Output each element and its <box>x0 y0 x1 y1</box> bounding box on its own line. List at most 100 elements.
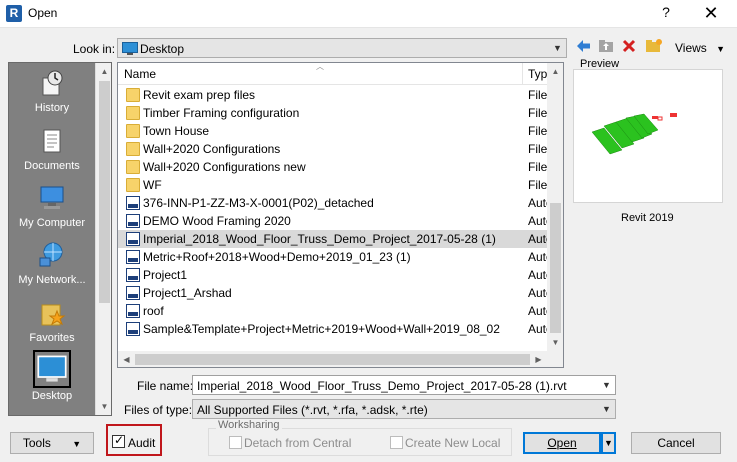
file-name: Project1_Arshad <box>143 286 232 300</box>
folder-icon <box>126 142 140 156</box>
folder-row[interactable]: WF File f <box>118 176 547 194</box>
up-folder-icon[interactable] <box>597 38 615 56</box>
file-row[interactable]: Imperial_2018_Wood_Floor_Truss_Demo_Proj… <box>118 230 547 248</box>
file-name: WF <box>143 178 162 192</box>
file-type: Auto <box>528 250 547 264</box>
file-type: File f <box>528 178 547 192</box>
file-name: Revit exam prep files <box>143 88 256 102</box>
rvt-file-icon <box>126 196 140 210</box>
look-in-value: Desktop <box>140 42 185 56</box>
file-name-label: File name: <box>137 379 194 393</box>
close-button[interactable]: ✕ <box>697 3 725 25</box>
preview-pane <box>573 69 723 203</box>
file-name: Timber Framing configuration <box>143 106 300 120</box>
new-folder-icon[interactable] <box>645 38 663 56</box>
place-documents[interactable]: Documents <box>9 123 95 181</box>
desktop-icon <box>33 350 71 388</box>
file-row[interactable]: Project1 Auto <box>118 266 547 284</box>
file-name: Project1 <box>143 268 188 282</box>
file-name-input[interactable]: Imperial_2018_Wood_Floor_Truss_Demo_Proj… <box>192 375 616 395</box>
open-button[interactable]: Open <box>523 432 601 454</box>
places-scroll-thumb[interactable] <box>99 81 110 303</box>
place-favorites[interactable]: Favorites <box>9 295 95 353</box>
rvt-file-icon <box>126 232 140 246</box>
file-type: Auto <box>528 268 547 282</box>
folder-row[interactable]: Timber Framing configuration File f <box>118 104 547 122</box>
network-icon <box>39 242 63 267</box>
cancel-button[interactable]: Cancel <box>631 432 721 454</box>
file-row[interactable]: 376-INN-P1-ZZ-M3-X-0001(P02)_detached Aut… <box>118 194 547 212</box>
desktop-icon <box>122 42 138 55</box>
file-row[interactable]: DEMO Wood Framing 2020 Auto <box>118 212 547 230</box>
scroll-up-arrow-icon[interactable]: ▲ <box>547 63 563 80</box>
computer-icon <box>40 186 64 209</box>
tools-button[interactable]: Tools ▼ <box>10 432 94 454</box>
sort-up-icon: ︿ <box>316 62 324 71</box>
file-list-scroll-thumb[interactable] <box>550 203 561 333</box>
preview-version: Revit 2019 <box>621 212 674 224</box>
delete-icon[interactable] <box>620 38 638 56</box>
scroll-right-arrow-icon[interactable]: ▶ <box>530 351 547 367</box>
create-new-local-checkbox[interactable] <box>390 436 403 449</box>
help-button[interactable]: ? <box>655 4 677 24</box>
views-button[interactable]: Views ▼ <box>675 41 725 55</box>
chevron-down-icon: ▼ <box>602 404 611 414</box>
file-row[interactable]: Metric+Roof+2018+Wood+Demo+2019_01_23 (1… <box>118 248 547 266</box>
preview-thumbnail <box>591 113 677 155</box>
file-row[interactable]: Sample&Template+Project+Metric+2019+Wood… <box>118 320 547 338</box>
file-name: DEMO Wood Framing 2020 <box>143 214 291 228</box>
rvt-file-icon <box>126 214 140 228</box>
back-arrow-icon[interactable] <box>574 38 592 56</box>
horizontal-scroll-thumb[interactable] <box>135 354 530 365</box>
file-name: Imperial_2018_Wood_Floor_Truss_Demo_Proj… <box>143 232 496 246</box>
place-history[interactable]: History <box>9 65 95 123</box>
scroll-left-arrow-icon[interactable]: ◀ <box>118 351 135 367</box>
history-icon <box>42 70 63 96</box>
title-bar: R Open ? ✕ <box>0 0 737 28</box>
look-in-dropdown[interactable]: Desktop ▼ <box>117 38 567 58</box>
file-name: Wall+2020 Configurations new <box>143 160 306 174</box>
scroll-up-arrow-icon[interactable]: ▲ <box>96 63 111 80</box>
places-bar: History Documents My Computer My Network… <box>8 62 112 416</box>
folder-icon <box>126 106 140 120</box>
file-type: Auto <box>528 232 547 246</box>
file-type: File f <box>528 160 547 174</box>
folder-icon <box>126 160 140 174</box>
folder-row[interactable]: Town House File f <box>118 122 547 140</box>
place-my-network[interactable]: My Network... <box>9 237 95 295</box>
chevron-down-icon: ▼ <box>72 439 82 449</box>
place-my-computer[interactable]: My Computer <box>9 180 95 238</box>
scroll-down-arrow-icon[interactable]: ▼ <box>96 398 111 415</box>
rvt-file-icon <box>126 322 140 336</box>
file-list-horizontal-scrollbar[interactable]: ◀ ▶ <box>118 351 547 367</box>
folder-row[interactable]: Wall+2020 Configurations new File f <box>118 158 547 176</box>
file-list[interactable]: ︿ Name Type Revit exam prep filesFile fT… <box>117 62 564 368</box>
detach-from-central-checkbox[interactable] <box>229 436 242 449</box>
audit-checkbox[interactable]: ✓ <box>112 433 125 448</box>
file-row[interactable]: roof Auto <box>118 302 547 320</box>
file-name: Town House <box>143 124 210 138</box>
place-desktop[interactable]: Desktop <box>9 350 95 409</box>
chevron-down-icon[interactable]: ▼ <box>598 376 615 394</box>
file-name: 376-INN-P1-ZZ-M3-X-0001(P02)_detached <box>143 196 374 210</box>
rvt-file-icon <box>126 304 140 318</box>
folder-row[interactable]: Wall+2020 Configurations File f <box>118 140 547 158</box>
column-name-header[interactable]: Name <box>124 67 156 81</box>
file-type-dropdown[interactable]: All Supported Files (*.rvt, *.rfa, *.ads… <box>192 399 616 419</box>
rvt-file-icon <box>126 250 140 264</box>
folder-row[interactable]: Revit exam prep files File f <box>118 86 547 104</box>
file-name: Sample&Template+Project+Metric+2019+Wood… <box>143 322 500 336</box>
revit-logo-icon: R <box>6 5 22 22</box>
detach-from-central-label: Detach from Central <box>244 436 352 450</box>
documents-icon <box>43 129 61 153</box>
worksharing-label: Worksharing <box>216 419 282 431</box>
look-in-label: Look in: <box>73 42 116 56</box>
file-row[interactable]: Project1_Arshad Auto <box>118 284 547 302</box>
file-list-vertical-scrollbar[interactable]: ▲ ▼ <box>547 63 563 351</box>
scroll-down-arrow-icon[interactable]: ▼ <box>547 334 563 351</box>
open-options-dropdown[interactable]: ▼ <box>601 432 616 454</box>
file-type: Auto <box>528 196 547 210</box>
folder-icon <box>126 178 140 192</box>
file-name: Wall+2020 Configurations <box>143 142 281 156</box>
places-scrollbar[interactable]: ▲ ▼ <box>95 63 111 415</box>
